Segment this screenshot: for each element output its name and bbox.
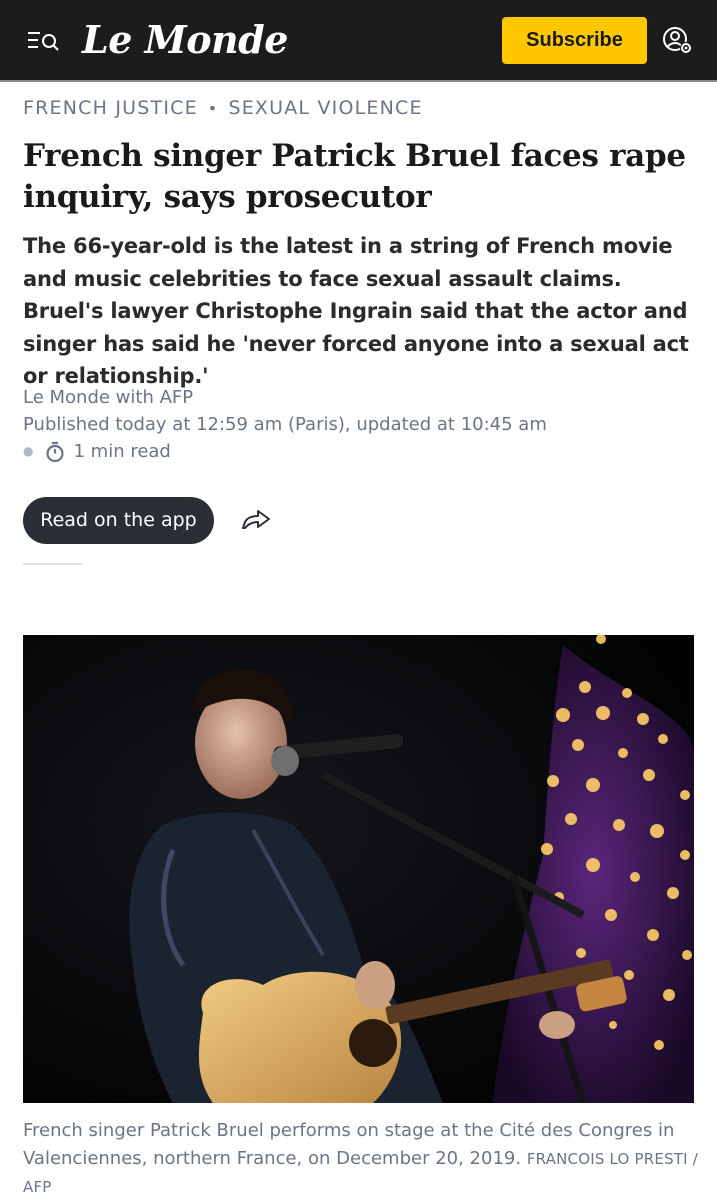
article-standfirst: The 66-year-old is the latest in a strin… [23, 234, 689, 388]
share-icon[interactable] [240, 506, 272, 534]
header-border [0, 80, 717, 82]
article-photo[interactable] [23, 635, 694, 1103]
breadcrumb: FRENCH JUSTICE • SEXUAL VIOLENCE [23, 94, 423, 123]
menu-search-icon[interactable] [26, 30, 60, 54]
byline: Le Monde with AFP [23, 387, 194, 408]
section-divider [23, 563, 82, 565]
article-meta: Le Monde with AFP Published today at 12:… [23, 384, 547, 465]
le-monde-logo[interactable]: Le Monde [82, 14, 288, 66]
publish-timestamp: Published today at 12:59 am (Paris), upd… [23, 414, 547, 435]
article-headline: French singer Patrick Bruel faces rape i… [23, 138, 686, 215]
concert-photo-illustration [23, 635, 694, 1103]
stopwatch-icon [46, 441, 65, 462]
meta-dot: ● [23, 444, 34, 458]
account-settings-icon[interactable] [662, 26, 694, 56]
top-navigation-bar: Le Monde Subscribe [0, 0, 717, 82]
breadcrumb-item-french-justice[interactable]: FRENCH JUSTICE [23, 97, 198, 119]
photo-caption: French singer Patrick Bruel performs on … [23, 1117, 703, 1200]
breadcrumb-separator: • [207, 99, 219, 118]
read-time-label: 1 min read [73, 441, 171, 462]
read-time: ● 1 min read [23, 438, 547, 465]
read-on-app-button[interactable]: Read on the app [23, 497, 214, 544]
breadcrumb-item-sexual-violence[interactable]: SEXUAL VIOLENCE [228, 97, 422, 119]
subscribe-button[interactable]: Subscribe [502, 17, 647, 64]
